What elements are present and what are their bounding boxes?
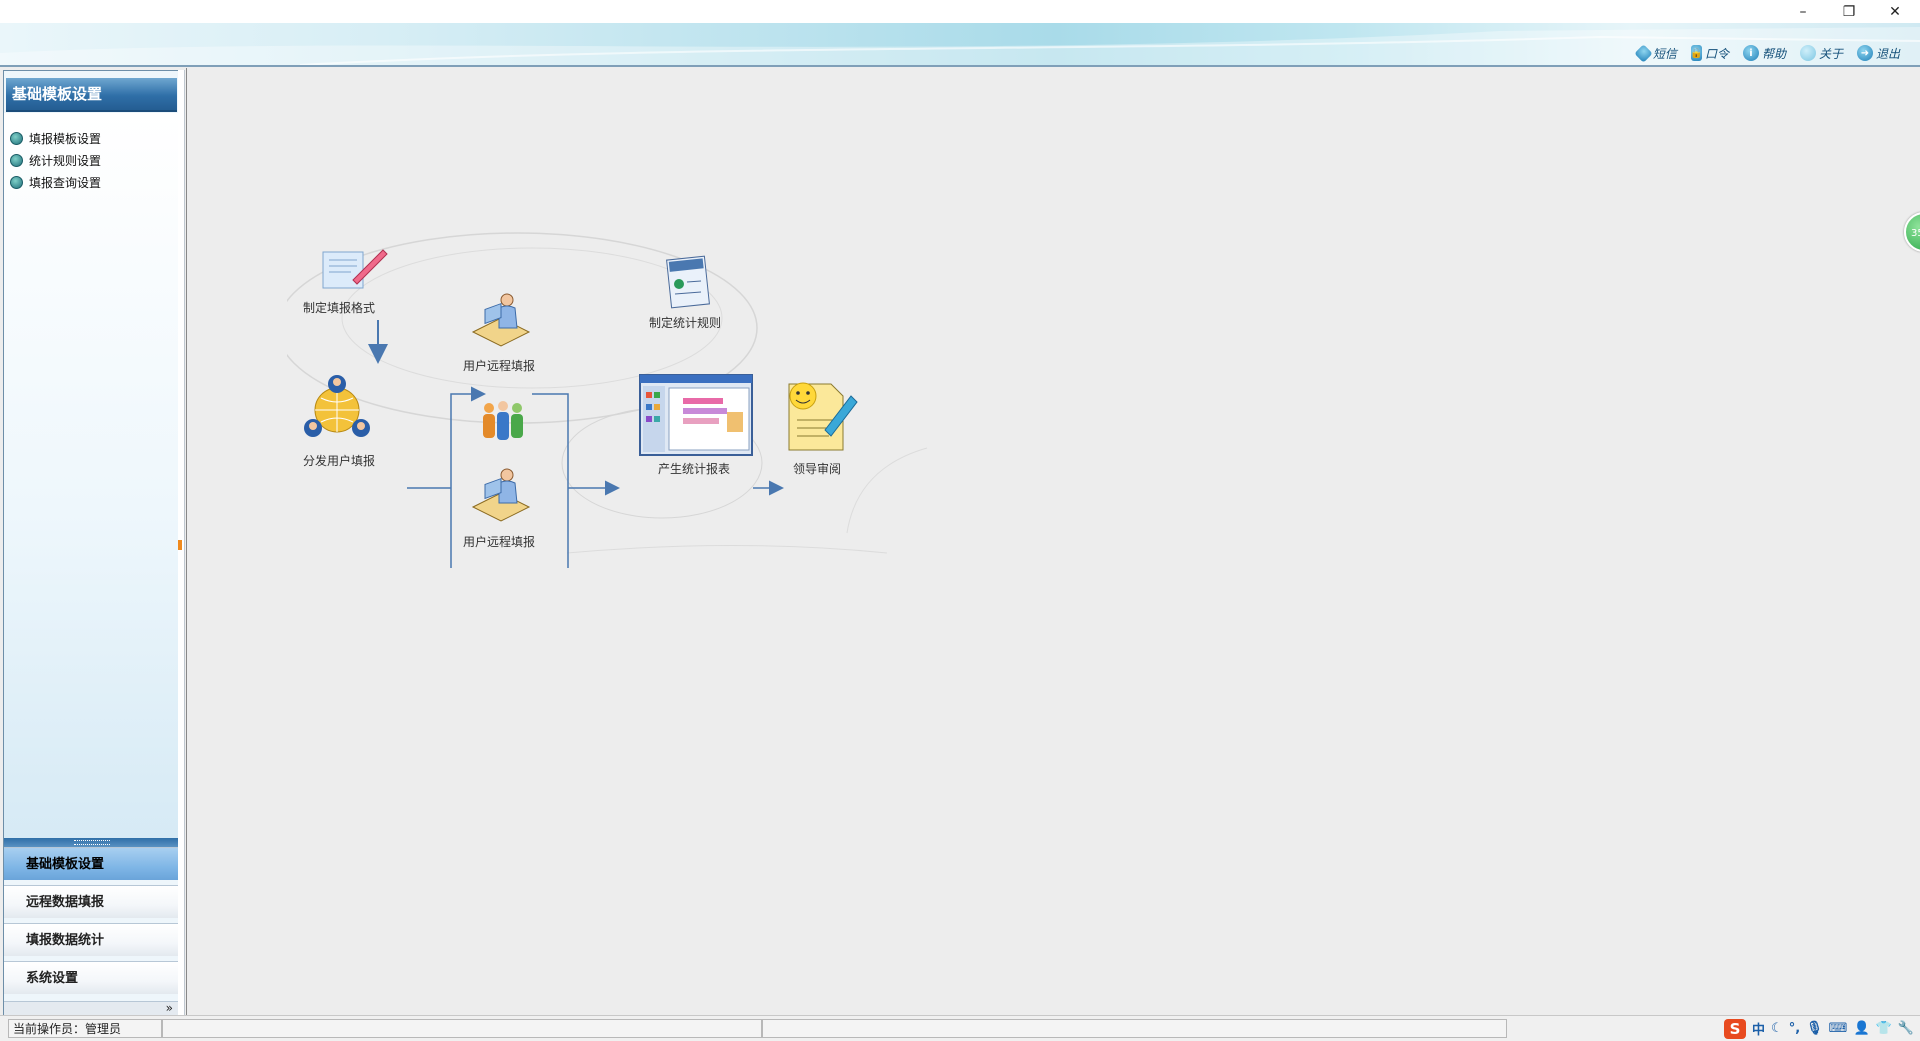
status-bar: 当前操作员：管理员 S 中 ☾ °, 🎙 ⌨ 👤 👕 🔧 xyxy=(0,1015,1920,1041)
node-distribute[interactable] xyxy=(301,374,373,446)
document-pen-icon xyxy=(322,249,388,289)
label-user-remote-bottom: 用户远程填报 xyxy=(463,535,536,549)
node-user-group xyxy=(479,400,527,448)
toplink-message[interactable]: 短信 xyxy=(1634,43,1677,63)
label-distribute: 分发用户填报 xyxy=(303,454,376,468)
sidebar-expand-button[interactable]: » xyxy=(4,1001,179,1015)
minimize-button[interactable]: – xyxy=(1780,0,1826,23)
status-cell-3 xyxy=(762,1019,1507,1038)
wrench-icon[interactable]: 🔧 xyxy=(1898,1021,1914,1036)
shirt-icon[interactable]: 👕 xyxy=(1876,1021,1892,1036)
toplink-exit[interactable]: ➜ 退出 xyxy=(1856,45,1900,62)
lock-icon: 🔒 xyxy=(1690,45,1703,61)
tree-item-label: 统计规则设置 xyxy=(29,153,102,168)
toplink-label: 口令 xyxy=(1704,46,1729,61)
exit-icon: ➜ xyxy=(1856,45,1873,61)
node-define-rules[interactable] xyxy=(665,254,711,314)
label-leader-review: 领导审阅 xyxy=(793,462,842,476)
person-icon[interactable]: 👤 xyxy=(1853,1021,1869,1036)
nav-remote-fill[interactable]: 远程数据填报 xyxy=(4,885,179,918)
toplink-about[interactable]: 关于 xyxy=(1799,45,1843,62)
toplink-label: 退出 xyxy=(1875,46,1900,61)
operator-status: 当前操作员：管理员 xyxy=(8,1019,162,1038)
node-leader-review[interactable] xyxy=(785,380,859,456)
tree-item-query-settings[interactable]: 填报查询设置 xyxy=(4,171,179,193)
node-generate-report[interactable] xyxy=(639,374,753,460)
tree-item-label: 填报查询设置 xyxy=(29,175,102,190)
toplink-label: 短信 xyxy=(1652,46,1677,61)
nav-fill-statistics[interactable]: 填报数据统计 xyxy=(4,923,179,956)
toplink-help[interactable]: i 帮助 xyxy=(1742,45,1786,62)
close-button[interactable]: ✕ xyxy=(1872,0,1918,23)
moon-icon[interactable]: ☾ xyxy=(1771,1021,1783,1036)
main-content: 制定填报格式 分发用户填报 用户远程填报 用户远程填报 制定统计规则 产生统计报… xyxy=(186,68,1920,1015)
message-icon xyxy=(1634,43,1653,63)
toplink-label: 帮助 xyxy=(1761,46,1786,61)
bullet-icon xyxy=(10,175,23,189)
restore-button[interactable]: ❐ xyxy=(1826,0,1872,23)
punctuation-icon[interactable]: °, xyxy=(1789,1021,1800,1036)
tree-item-template-settings[interactable]: 填报模板设置 xyxy=(4,127,179,149)
node-define-format[interactable] xyxy=(317,244,389,298)
sidebar-resize-handle[interactable] xyxy=(4,838,179,847)
label-generate-report: 产生统计报表 xyxy=(658,462,731,476)
node-user-remote-bottom[interactable] xyxy=(467,463,533,533)
label-define-format: 制定填报格式 xyxy=(303,301,376,315)
toplink-label: 关于 xyxy=(1818,46,1843,61)
label-define-rules: 制定统计规则 xyxy=(649,316,722,330)
panel-splitter[interactable] xyxy=(178,70,185,1015)
sidebar-title: 基础模板设置 xyxy=(6,78,177,112)
bullet-icon xyxy=(10,131,23,145)
smiley-document-icon xyxy=(788,382,858,451)
label-user-remote-top: 用户远程填报 xyxy=(463,359,536,373)
tree-item-label: 填报模板设置 xyxy=(29,131,102,146)
banner-swoosh xyxy=(0,27,1920,65)
sidebar-tree: 填报模板设置 统计规则设置 填报查询设置 xyxy=(4,113,179,838)
window-title-bar: – ❐ ✕ xyxy=(0,0,1920,23)
ime-language-toggle[interactable]: 中 xyxy=(1752,1019,1765,1038)
top-links: 短信 🔒 口令 i 帮助 关于 ➜ 退出 xyxy=(1634,42,1900,64)
tree-item-rule-settings[interactable]: 统计规则设置 xyxy=(4,149,179,171)
status-cell-2 xyxy=(162,1019,762,1038)
nav-basic-template[interactable]: 基础模板设置 xyxy=(4,847,179,880)
sidebar: 基础模板设置 填报模板设置 统计规则设置 填报查询设置 基础模板设置 远程数据填… xyxy=(3,70,180,1017)
header-banner xyxy=(0,23,1920,67)
ime-logo-icon[interactable]: S xyxy=(1724,1018,1747,1039)
help-icon: i xyxy=(1742,45,1759,61)
globe-users-icon xyxy=(304,375,370,437)
mic-icon[interactable]: 🎙 xyxy=(1806,1021,1823,1036)
people-group-icon xyxy=(483,401,523,440)
toplink-password[interactable]: 🔒 口令 xyxy=(1690,45,1729,62)
flow-diagram xyxy=(287,232,928,568)
about-icon xyxy=(1799,45,1816,61)
user-computer-icon xyxy=(471,468,531,522)
bullet-icon xyxy=(10,153,23,167)
nav-system-settings[interactable]: 系统设置 xyxy=(4,961,179,994)
report-window-icon xyxy=(639,374,753,456)
keyboard-icon[interactable]: ⌨ xyxy=(1829,1021,1848,1036)
rules-document-icon xyxy=(666,255,710,309)
user-computer-icon xyxy=(471,293,531,347)
ime-toolbar: S 中 ☾ °, 🎙 ⌨ 👤 👕 🔧 xyxy=(1724,1018,1914,1039)
node-user-remote-top[interactable] xyxy=(467,288,533,358)
